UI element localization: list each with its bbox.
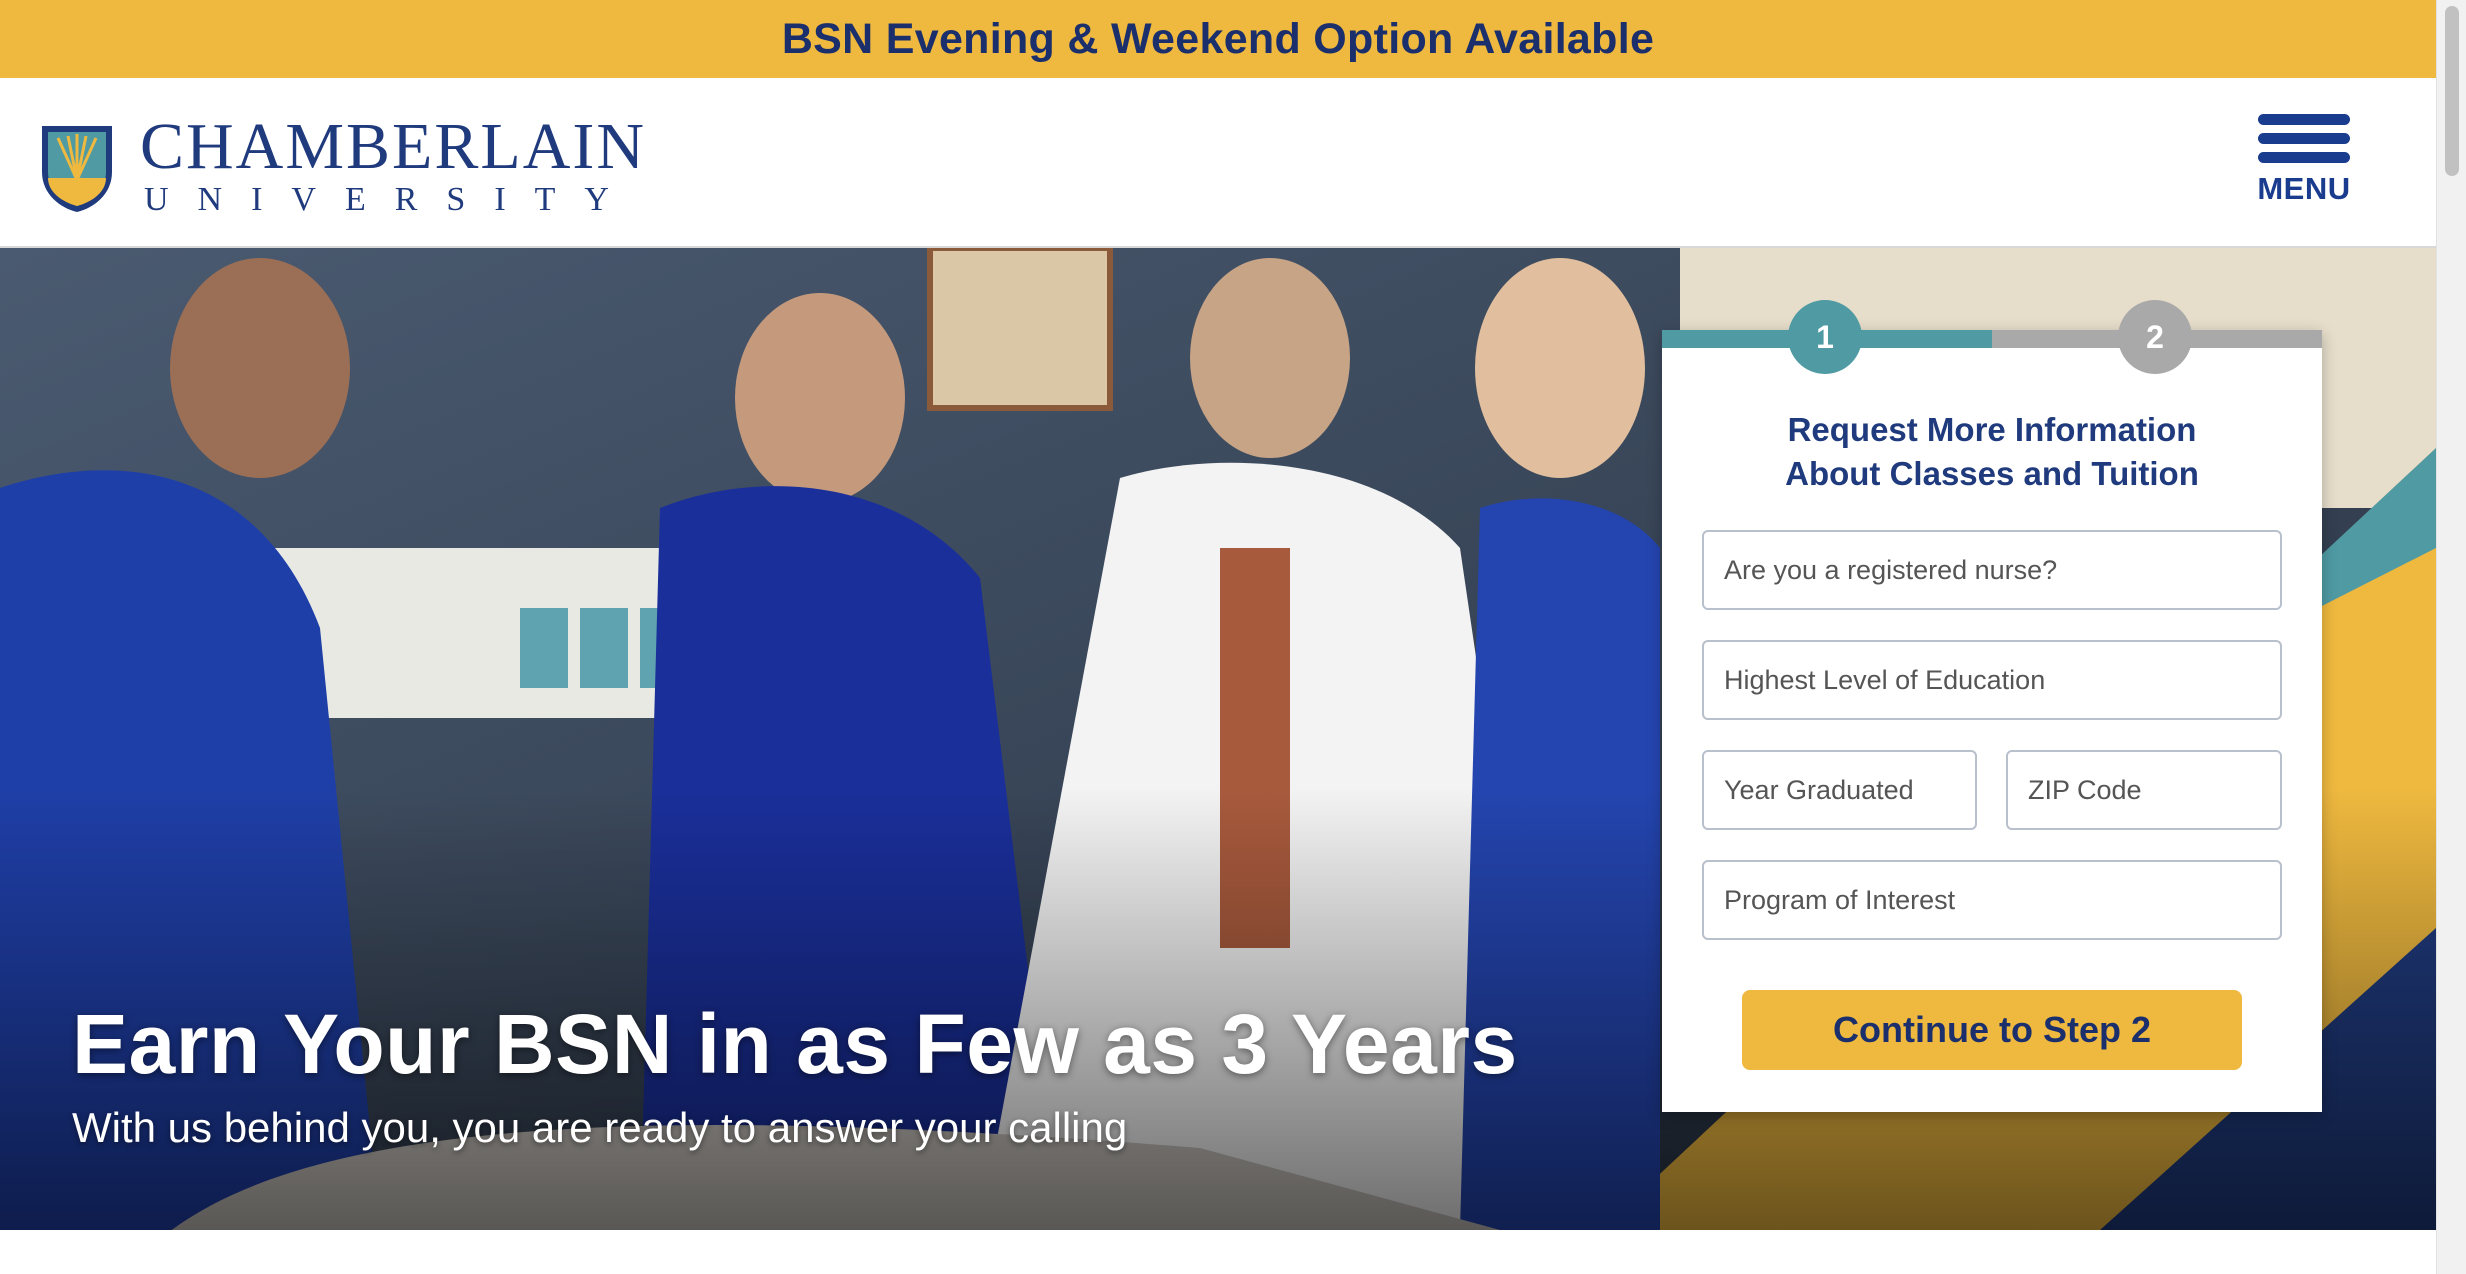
zip-code-field[interactable] (2006, 750, 2282, 830)
continue-to-step2-button[interactable]: Continue to Step 2 (1742, 990, 2242, 1070)
step-indicator-2: 2 (2118, 300, 2192, 374)
menu-button[interactable]: MENU (2256, 114, 2352, 207)
request-info-form: 1 2 Request More Information About Class… (1662, 300, 2322, 1112)
logo-wordmark-bottom: UNIVERSITY (144, 181, 638, 218)
hero-headline: Earn Your BSN in as Few as 3 Years (72, 997, 1518, 1091)
scrollbar-thumb[interactable] (2445, 6, 2459, 176)
form-title-line2: About Classes and Tuition (1785, 455, 2199, 492)
registered-nurse-field[interactable] (1702, 530, 2282, 610)
hamburger-icon (2256, 114, 2352, 163)
form-title: Request More Information About Classes a… (1662, 408, 2322, 496)
announcement-text[interactable]: BSN Evening & Weekend Option Available (782, 15, 1654, 64)
program-of-interest-field[interactable] (1702, 860, 2282, 940)
logo-wordmark: CHAMBERLAIN UNIVERSITY (140, 110, 647, 218)
year-graduated-field[interactable] (1702, 750, 1977, 830)
site-header: CHAMBERLAIN UNIVERSITY MENU (0, 78, 2436, 248)
step-indicator-1: 1 (1788, 300, 1862, 374)
hero-section: Earn Your BSN in as Few as 3 Years With … (0, 248, 2436, 1230)
menu-label: MENU (2257, 171, 2351, 206)
university-logo[interactable]: CHAMBERLAIN UNIVERSITY (38, 110, 647, 218)
logo-wordmark-top: CHAMBERLAIN (140, 110, 647, 183)
education-level-field[interactable] (1702, 640, 2282, 720)
announcement-bar[interactable]: BSN Evening & Weekend Option Available (0, 0, 2436, 78)
form-title-line1: Request More Information (1787, 411, 2197, 448)
page-scrollbar[interactable] (2436, 0, 2466, 1274)
hero-subheadline: With us behind you, you are ready to ans… (72, 1104, 1128, 1151)
shield-logo-icon (42, 126, 112, 212)
